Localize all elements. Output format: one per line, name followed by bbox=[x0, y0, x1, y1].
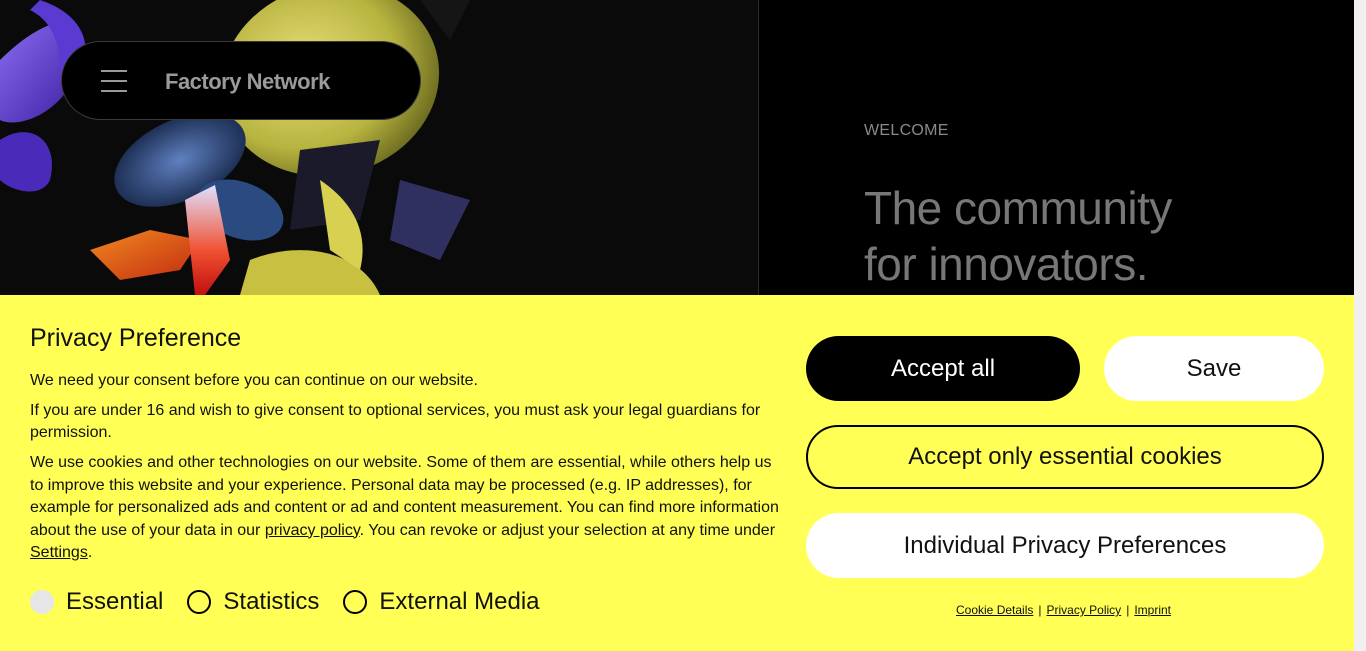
consent-checkbox-group: Essential Statistics External Media bbox=[30, 588, 564, 616]
checkbox-essential-control bbox=[30, 590, 54, 614]
checkbox-statistics[interactable]: Statistics bbox=[187, 588, 319, 616]
checkbox-statistics-label[interactable]: Statistics bbox=[223, 588, 319, 616]
link-separator: | bbox=[1126, 603, 1130, 617]
save-button[interactable]: Save bbox=[1104, 336, 1324, 401]
hamburger-menu-icon[interactable] bbox=[101, 70, 127, 92]
consent-paragraph-3: We use cookies and other technologies on… bbox=[30, 452, 780, 565]
individual-privacy-preferences-button[interactable]: Individual Privacy Preferences bbox=[806, 513, 1324, 578]
hero-eyebrow: WELCOME bbox=[864, 122, 949, 139]
consent-p3-text-3: . bbox=[87, 544, 93, 561]
consent-p3-text-2: . You can revoke or adjust your selectio… bbox=[359, 521, 776, 539]
checkbox-statistics-control[interactable] bbox=[187, 590, 212, 614]
accept-all-button[interactable]: Accept all bbox=[806, 336, 1080, 401]
link-separator: | bbox=[1038, 603, 1042, 617]
hero-headline-line-2: for innovators. bbox=[864, 238, 1148, 290]
consent-title: Privacy Preference bbox=[30, 324, 242, 352]
page: Factory Network WELCOME The community fo… bbox=[0, 0, 1366, 651]
settings-link[interactable]: Settings bbox=[30, 544, 88, 561]
privacy-policy-footer-link[interactable]: Privacy Policy bbox=[1047, 603, 1122, 617]
consent-footer-links: Cookie Details | Privacy Policy | Imprin… bbox=[956, 603, 1171, 617]
hero-headline-line-1: The community bbox=[864, 182, 1172, 234]
brand-logo[interactable]: Factory Network bbox=[165, 69, 330, 95]
checkbox-external-media-control[interactable] bbox=[343, 590, 368, 614]
checkbox-external-media[interactable]: External Media bbox=[343, 588, 540, 616]
checkbox-essential-label: Essential bbox=[66, 588, 164, 615]
imprint-link[interactable]: Imprint bbox=[1134, 603, 1171, 617]
privacy-consent-banner: Privacy Preference We need your consent … bbox=[0, 295, 1354, 651]
page-scrollbar[interactable] bbox=[1354, 0, 1366, 651]
hero-headline: The community for innovators. bbox=[864, 180, 1304, 292]
consent-paragraph-1: We need your consent before you can cont… bbox=[30, 372, 478, 389]
consent-paragraph-2: If you are under 16 and wish to give con… bbox=[30, 402, 761, 441]
nav-pill: Factory Network bbox=[61, 41, 421, 120]
cookie-details-link[interactable]: Cookie Details bbox=[956, 603, 1033, 617]
checkbox-essential: Essential bbox=[30, 588, 163, 616]
checkbox-external-media-label[interactable]: External Media bbox=[379, 588, 539, 616]
accept-essential-cookies-button[interactable]: Accept only essential cookies bbox=[806, 425, 1324, 489]
privacy-policy-link[interactable]: privacy policy bbox=[265, 522, 360, 539]
